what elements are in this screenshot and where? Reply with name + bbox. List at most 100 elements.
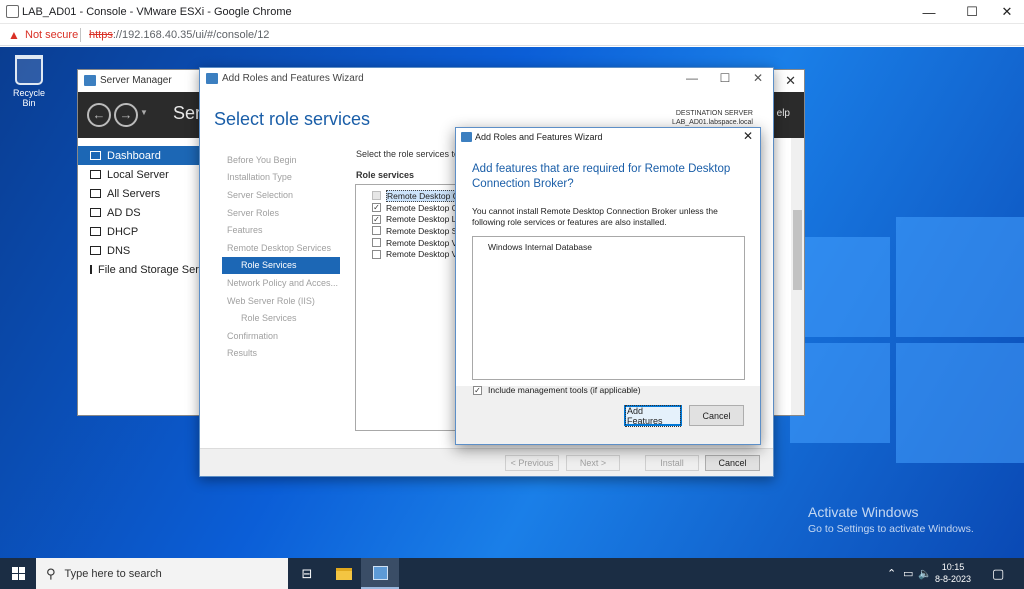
close-button[interactable]: ✕ [990,0,1024,24]
checkbox[interactable]: ✓ [372,203,381,213]
forward-arrow-icon[interactable]: → [114,103,138,127]
step-confirmation[interactable]: Confirmation [222,327,340,345]
network-icon[interactable]: ▭ [903,558,913,589]
dns-icon [90,246,101,255]
checkbox[interactable] [372,191,381,201]
recycle-bin-label: Recycle Bin [12,88,45,108]
search-input[interactable]: Type here to search [65,568,162,580]
checkbox[interactable] [372,238,381,248]
storage-icon [90,265,92,274]
activate-title: Activate Windows [808,504,919,520]
list-item[interactable]: Remote Desktop V [356,237,464,249]
wizard-maximize-icon[interactable]: ☐ [716,71,734,85]
step-installation-type[interactable]: Installation Type [222,169,340,187]
dialog-close-icon[interactable]: ✕ [743,129,753,143]
warning-icon[interactable]: ▲ [8,28,20,42]
windows-wallpaper-logo [790,217,1024,467]
step-iis-role-services[interactable]: Role Services [222,309,340,327]
wizard-cancel-button[interactable]: Cancel [705,455,760,471]
url-path: ://192.168.40.35/ui/#/console/12 [112,29,270,41]
sidebar-item-dashboard[interactable]: Dashboard [78,146,203,165]
address-divider [80,28,81,42]
dialog-cancel-button[interactable]: Cancel [689,405,744,426]
help-menu[interactable]: elp [777,108,790,119]
url-scheme: https [89,29,113,41]
wizard-icon [206,73,218,84]
task-view-icon[interactable]: ⊟ [288,558,326,589]
dialog-titlebar[interactable]: Add Roles and Features Wizard ✕ [456,128,760,146]
list-item[interactable]: Windows Internal Database [488,242,592,252]
clock-time: 10:15 [941,562,965,572]
list-item[interactable]: Remote Desktop S [356,225,464,237]
activate-windows-watermark: Activate Windows Go to Settings to activ… [808,504,974,535]
list-item[interactable]: Remote Desktop C [356,190,464,202]
server-manager-taskbar-icon[interactable] [361,558,399,589]
list-item[interactable]: ✓ Remote Desktop L [356,213,464,225]
required-features-list[interactable]: Windows Internal Database [472,236,745,380]
url-text[interactable]: https://192.168.40.35/ui/#/console/12 [89,29,269,41]
checkbox[interactable] [372,226,381,236]
wizard-close-icon[interactable]: ✕ [749,71,767,85]
list-item[interactable]: ✓ Remote Desktop G [356,202,464,214]
sidebar-item-file-storage[interactable]: File and Storage Serv [78,260,204,279]
include-management-tools[interactable]: ✓ Include management tools (if applicabl… [473,385,641,395]
servers-icon [90,189,101,198]
sidebar-item-dns[interactable]: DNS [78,241,203,260]
list-item[interactable]: Remote Desktop V [356,248,464,260]
previous-button[interactable]: < Previous [505,455,559,471]
step-remote-desktop-services[interactable]: Remote Desktop Services [222,239,340,257]
file-explorer-icon[interactable] [325,558,363,589]
destination-server: DESTINATION SERVER LAB_AD01.labspace.loc… [672,110,753,126]
next-button[interactable]: Next > [566,455,620,471]
dashboard-icon [90,151,101,160]
tray-overflow-icon[interactable]: ⌃ [887,558,896,589]
required-features-dialog[interactable]: Add Roles and Features Wizard ✕ Add feat… [455,127,761,445]
address-bar[interactable]: ▲ Not secure https://192.168.40.35/ui/#/… [0,24,1024,46]
recycle-bin-icon [15,55,43,85]
sidebar-item-local-server[interactable]: Local Server [78,165,203,184]
add-features-button[interactable]: Add Features [624,404,682,427]
scrollbar-thumb[interactable] [793,210,802,290]
start-button[interactable] [0,558,36,589]
role-services-list[interactable]: Remote Desktop C ✓ Remote Desktop G ✓ Remo… [355,184,465,431]
history-dropdown-icon[interactable]: ▼ [140,108,148,117]
browser-titlebar[interactable]: LAB_AD01 - Console - VMware ESXi - Googl… [0,0,1024,24]
activate-subtitle: Go to Settings to activate Windows. [808,523,974,535]
recycle-bin-shortcut[interactable]: Recycle Bin [6,55,52,108]
server-manager-close-icon[interactable]: ✕ [785,73,796,89]
server-manager-sidebar: Dashboard Local Server All Servers AD DS… [78,138,204,415]
clock-date: 8-8-2023 [934,574,972,584]
install-button[interactable]: Install [645,455,699,471]
step-before-you-begin[interactable]: Before You Begin [222,151,340,169]
ad-ds-icon [90,208,101,217]
dialog-message: You cannot install Remote Desktop Connec… [472,206,718,227]
notification-icon[interactable]: ▢ [992,558,1004,589]
step-server-roles[interactable]: Server Roles [222,204,340,222]
dhcp-icon [90,227,101,236]
wizard-titlebar[interactable]: Add Roles and Features Wizard — ☐ ✕ [200,68,773,90]
sidebar-item-all-servers[interactable]: All Servers [78,184,203,203]
maximize-button[interactable]: ☐ [955,0,989,24]
server-manager-title: Server Manager [100,75,172,86]
step-role-services[interactable]: Role Services [222,256,340,275]
step-features[interactable]: Features [222,221,340,239]
step-web-server-role[interactable]: Web Server Role (IIS) [222,292,340,310]
security-indicator[interactable]: Not secure [25,29,78,41]
back-arrow-icon[interactable]: ← [87,103,111,127]
sidebar-item-dhcp[interactable]: DHCP [78,222,203,241]
checkbox[interactable] [372,249,381,259]
minimize-button[interactable]: — [912,0,946,24]
step-results[interactable]: Results [222,345,340,363]
wizard-minimize-icon[interactable]: — [683,71,701,85]
wizard-steps: Before You Begin Installation Type Serve… [222,151,340,362]
windows-logo-icon [11,567,25,580]
checkbox[interactable]: ✓ [372,214,381,224]
taskbar-clock[interactable]: 10:15 8-8-2023 [930,561,976,585]
taskbar-search[interactable]: ⚲ Type here to search [36,558,288,589]
server-manager-scrollbar[interactable] [791,138,804,415]
step-server-selection[interactable]: Server Selection [222,186,340,204]
step-network-policy[interactable]: Network Policy and Acces... [222,274,340,292]
search-icon: ⚲ [46,565,56,581]
include-tools-checkbox[interactable]: ✓ [473,385,482,395]
sidebar-item-ad-ds[interactable]: AD DS [78,203,203,222]
